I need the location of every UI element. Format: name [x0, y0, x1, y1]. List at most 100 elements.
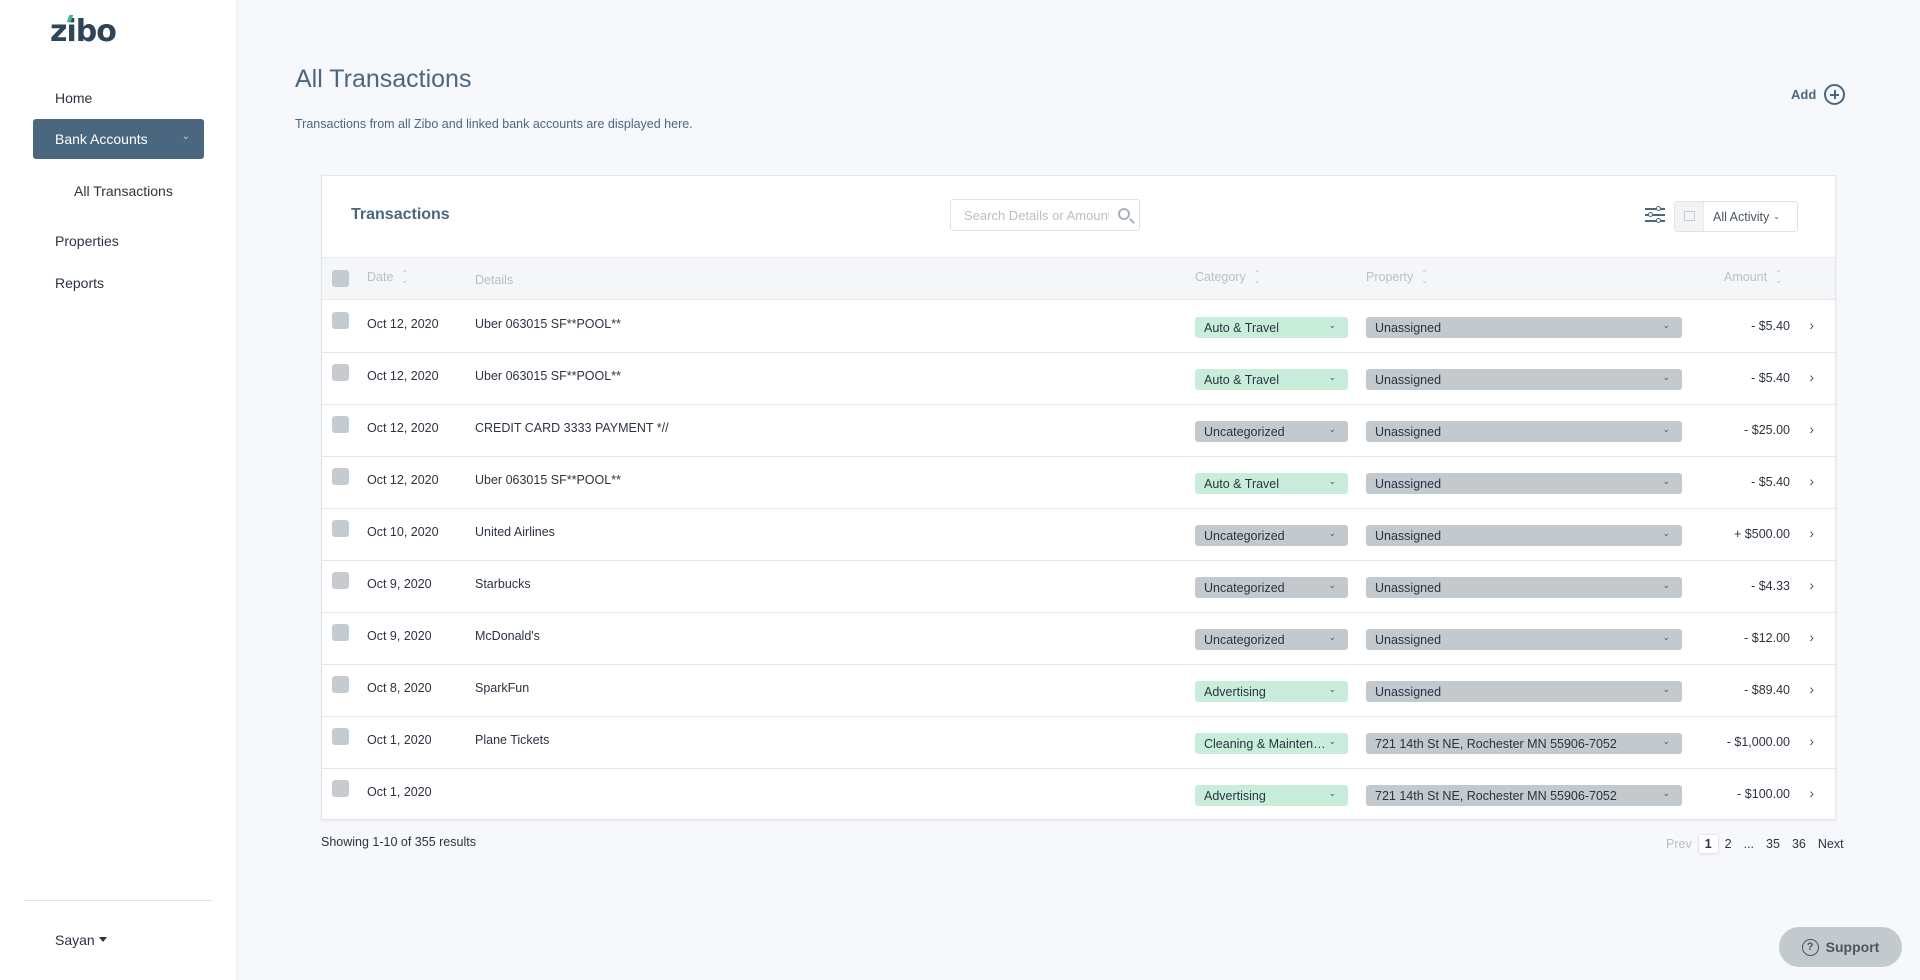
table-row[interactable]: Oct 12, 2020 Uber 063015 SF**POOL** Auto &… — [322, 353, 1835, 405]
category-select[interactable]: Uncategorized ⌄ — [1195, 421, 1348, 442]
table-row[interactable]: Oct 8, 2020 SparkFun Advertising ⌄ Unassigne… — [322, 665, 1835, 717]
category-select[interactable]: Auto & Travel ⌄ — [1195, 317, 1348, 338]
row-checkbox[interactable] — [332, 624, 349, 641]
chevron-right-icon[interactable]: › — [1809, 681, 1814, 697]
row-amount: - $5.40 — [1751, 319, 1790, 333]
page-button[interactable]: 36 — [1786, 835, 1812, 853]
property-select[interactable]: 721 14th St NE, Rochester MN 55906-7052 ⌄ — [1366, 785, 1682, 806]
activity-filter-dropdown[interactable]: All Activity ⌄ — [1674, 201, 1798, 232]
category-select[interactable]: Advertising ⌄ — [1195, 785, 1348, 806]
chevron-right-icon[interactable]: › — [1809, 317, 1814, 333]
row-checkbox[interactable] — [332, 312, 349, 329]
property-value: Unassigned — [1375, 320, 1442, 335]
row-checkbox[interactable] — [332, 676, 349, 693]
chevron-right-icon[interactable]: › — [1809, 369, 1814, 385]
category-select[interactable]: Auto & Travel ⌄ — [1195, 473, 1348, 494]
search-input[interactable] — [964, 207, 1109, 223]
column-header-date[interactable]: Date ⌃ ⌄ — [367, 270, 408, 285]
page-button[interactable]: 2 — [1719, 835, 1738, 853]
category-select[interactable]: Uncategorized ⌄ — [1195, 525, 1348, 546]
chevron-right-icon[interactable]: › — [1809, 473, 1814, 489]
property-select[interactable]: Unassigned ⌄ — [1366, 681, 1682, 702]
card-title: Transactions — [351, 206, 450, 223]
category-value: Advertising — [1204, 788, 1266, 803]
sidebar-item-all-transactions[interactable]: All Transactions — [74, 183, 173, 199]
property-select[interactable]: Unassigned ⌄ — [1366, 629, 1682, 650]
category-value: Advertising — [1204, 684, 1266, 699]
table-row[interactable]: Oct 1, 2020 Plane Tickets Cleaning & Maint… — [322, 717, 1835, 769]
chevron-right-icon[interactable]: › — [1809, 785, 1814, 801]
page-button[interactable]: 35 — [1760, 835, 1786, 853]
search-icon[interactable] — [1118, 208, 1130, 220]
chevron-down-icon: ⌄ — [1662, 788, 1670, 798]
support-label: Support — [1825, 939, 1880, 955]
chevron-down-icon: ⌄ — [1328, 632, 1336, 642]
category-select[interactable]: Cleaning & Maintenance ⌄ — [1195, 733, 1348, 754]
page-button[interactable]: 1 — [1697, 834, 1719, 854]
category-select[interactable]: Uncategorized ⌄ — [1195, 577, 1348, 598]
sidebar-item-properties[interactable]: Properties — [55, 233, 119, 249]
row-checkbox[interactable] — [332, 416, 349, 433]
chevron-right-icon[interactable]: › — [1809, 577, 1814, 593]
property-value: Unassigned — [1375, 476, 1442, 491]
row-checkbox[interactable] — [332, 468, 349, 485]
row-checkbox[interactable] — [332, 572, 349, 589]
select-all-checkbox[interactable] — [332, 270, 349, 287]
property-select[interactable]: 721 14th St NE, Rochester MN 55906-7052 ⌄ — [1366, 733, 1682, 754]
next-page-button[interactable]: Next — [1812, 835, 1850, 853]
chevron-down-icon: ⌄ — [1328, 788, 1336, 798]
table-row[interactable]: Oct 9, 2020 Starbucks Uncategorized ⌄ Unassi… — [322, 561, 1835, 613]
category-select[interactable]: Uncategorized ⌄ — [1195, 629, 1348, 650]
row-checkbox[interactable] — [332, 520, 349, 537]
table-row[interactable]: Oct 9, 2020 McDonald's Uncategorized ⌄ Unass… — [322, 613, 1835, 665]
category-value: Uncategorized — [1204, 528, 1285, 543]
row-details: Uber 063015 SF**POOL** — [475, 317, 621, 331]
row-amount: - $25.00 — [1744, 423, 1790, 437]
row-checkbox[interactable] — [332, 780, 349, 797]
chevron-right-icon[interactable]: › — [1809, 629, 1814, 645]
sidebar-item-home[interactable]: Home — [55, 90, 92, 106]
column-header-category[interactable]: Category ⌃ ⌄ — [1195, 270, 1260, 285]
caret-down-icon — [98, 936, 107, 942]
filter-sliders-icon[interactable] — [1645, 205, 1665, 224]
table-row[interactable]: Oct 12, 2020 CREDIT CARD 3333 PAYMENT *//… — [322, 405, 1835, 457]
chevron-right-icon[interactable]: › — [1809, 733, 1814, 749]
property-select[interactable]: Unassigned ⌄ — [1366, 473, 1682, 494]
property-select[interactable]: Unassigned ⌄ — [1366, 577, 1682, 598]
row-date: Oct 10, 2020 — [367, 525, 439, 539]
row-date: Oct 8, 2020 — [367, 681, 432, 695]
sidebar-item-bank-accounts[interactable]: Bank Accounts ⌄ — [33, 119, 204, 159]
property-select[interactable]: Unassigned ⌄ — [1366, 369, 1682, 390]
prev-page-button[interactable]: Prev — [1660, 835, 1698, 853]
add-label: Add — [1791, 87, 1817, 102]
add-transaction-button[interactable]: Add — [1791, 84, 1846, 105]
property-value: Unassigned — [1375, 372, 1442, 387]
row-checkbox[interactable] — [332, 364, 349, 381]
chevron-down-icon: ⌄ — [1328, 684, 1336, 694]
chevron-down-icon: ⌄ — [1662, 528, 1670, 538]
row-details: United Airlines — [475, 525, 555, 539]
zibo-logo[interactable]: zibo — [50, 14, 117, 49]
property-select[interactable]: Unassigned ⌄ — [1366, 525, 1682, 546]
category-select[interactable]: Auto & Travel ⌄ — [1195, 369, 1348, 390]
property-select[interactable]: Unassigned ⌄ — [1366, 421, 1682, 442]
pagination: Prev 1 2... 35 36 Next — [1660, 834, 1850, 854]
property-value: Unassigned — [1375, 528, 1442, 543]
chevron-right-icon[interactable]: › — [1809, 421, 1814, 437]
row-details: McDonald's — [475, 629, 540, 643]
user-menu[interactable]: Sayan — [55, 932, 107, 948]
table-row[interactable]: Oct 12, 2020 Uber 063015 SF**POOL** Auto &… — [322, 457, 1835, 509]
page-subtitle: Transactions from all Zibo and linked ba… — [295, 117, 693, 131]
support-button[interactable]: ? Support — [1779, 927, 1902, 967]
property-select[interactable]: Unassigned ⌄ — [1366, 317, 1682, 338]
table-row[interactable]: Oct 12, 2020 Uber 063015 SF**POOL** Auto &… — [322, 301, 1835, 353]
category-select[interactable]: Advertising ⌄ — [1195, 681, 1348, 702]
chevron-right-icon[interactable]: › — [1809, 525, 1814, 541]
table-row[interactable]: Oct 10, 2020 United Airlines Uncategorized… — [322, 509, 1835, 561]
table-row[interactable]: Oct 1, 2020 Advertising ⌄ 721 14th St NE, R… — [322, 769, 1835, 821]
row-details: Starbucks — [475, 577, 531, 591]
column-header-amount[interactable]: Amount ⌃ ⌄ — [1724, 270, 1782, 285]
sidebar-item-reports[interactable]: Reports — [55, 275, 104, 291]
column-header-property[interactable]: Property ⌃ ⌄ — [1366, 270, 1428, 285]
row-checkbox[interactable] — [332, 728, 349, 745]
